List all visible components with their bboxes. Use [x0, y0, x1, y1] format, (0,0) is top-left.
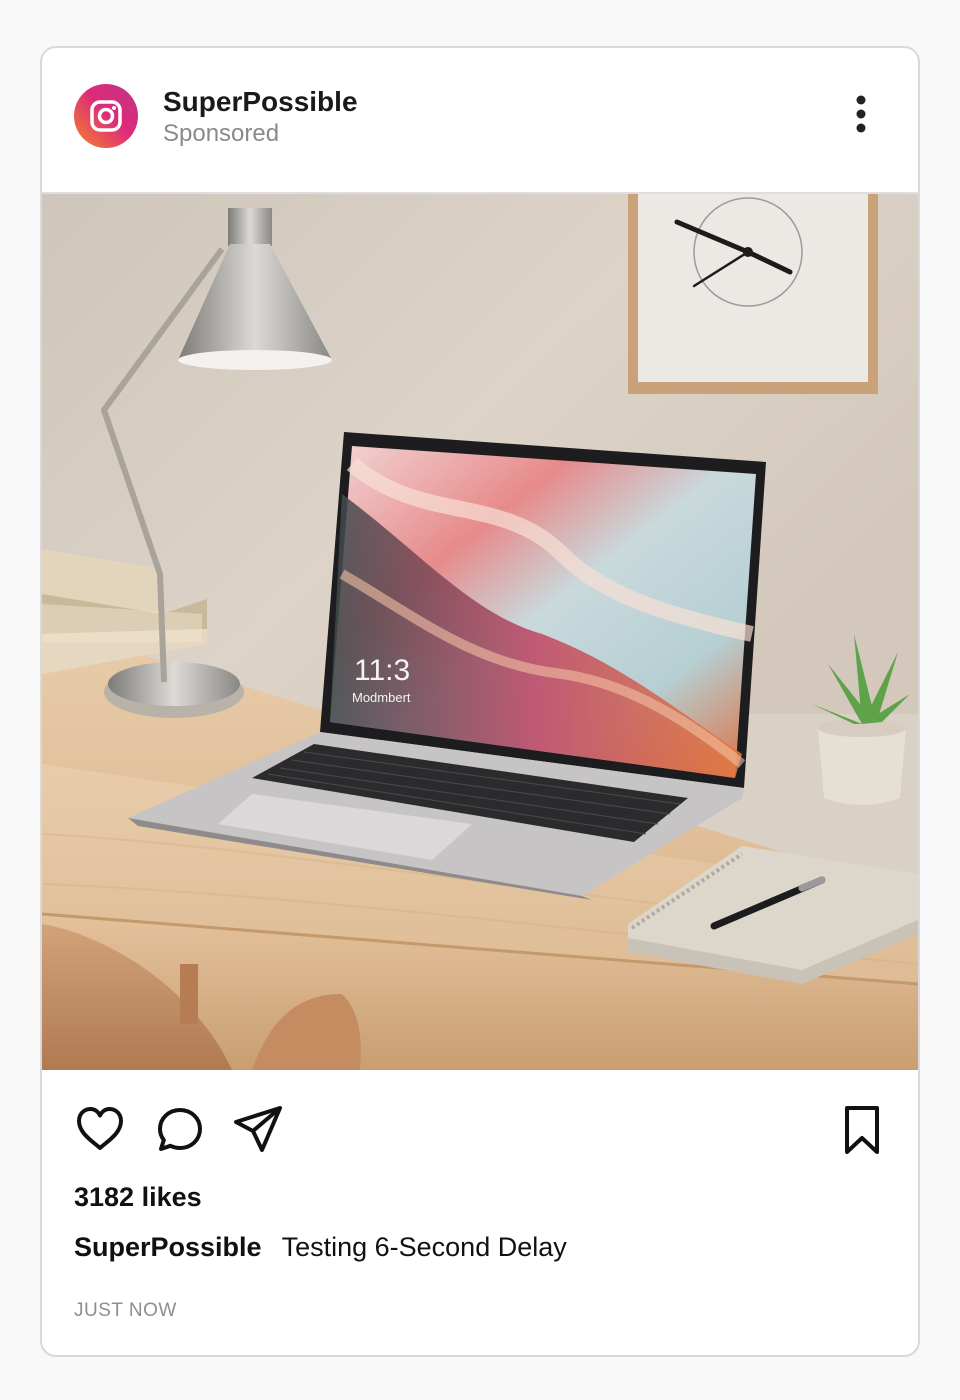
timestamp: JUST NOW: [74, 1300, 177, 1321]
more-vertical-icon[interactable]: [848, 94, 874, 140]
caption: SuperPossible Testing 6-Second Delay: [74, 1232, 567, 1263]
send-icon[interactable]: [232, 1104, 284, 1156]
account-name[interactable]: SuperPossible: [163, 86, 358, 118]
bookmark-icon[interactable]: [836, 1104, 888, 1156]
post-card: SuperPossible Sponsored 11:3 Modmbert 31…: [40, 46, 920, 1357]
avatar[interactable]: [74, 84, 138, 148]
heart-icon[interactable]: [74, 1104, 126, 1156]
desk-scene-illustration: 11:3 Modmbert: [42, 194, 918, 1070]
screen-date-text: Modmbert: [352, 690, 411, 705]
post-actions: [42, 1070, 918, 1180]
likes-count[interactable]: 3182 likes: [74, 1182, 202, 1213]
instagram-logo-icon: [90, 100, 122, 132]
sponsored-label: Sponsored: [163, 120, 280, 147]
caption-username[interactable]: SuperPossible: [74, 1232, 262, 1262]
post-header: SuperPossible Sponsored: [42, 48, 918, 194]
post-image[interactable]: 11:3 Modmbert: [42, 194, 918, 1070]
caption-text: Testing 6-Second Delay: [281, 1232, 567, 1262]
comment-icon[interactable]: [154, 1104, 206, 1156]
screen-clock-text: 11:3: [354, 654, 410, 687]
